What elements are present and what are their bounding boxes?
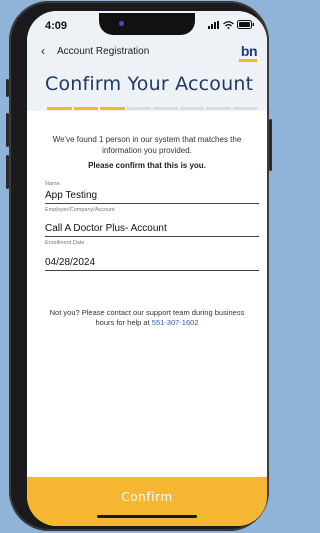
status-icons bbox=[208, 20, 255, 29]
camera-dot bbox=[119, 21, 124, 26]
employer-label: Employer/Company/Account bbox=[45, 207, 115, 213]
progress-segment bbox=[232, 107, 257, 110]
signal-icon bbox=[208, 20, 219, 29]
wifi-icon bbox=[223, 20, 234, 29]
progress-segment bbox=[206, 107, 231, 110]
confirm-question: Please confirm that this is you. bbox=[88, 161, 206, 170]
logo-underline bbox=[239, 59, 257, 62]
progress-segment bbox=[73, 107, 98, 110]
name-label: Name bbox=[45, 181, 60, 187]
power-button bbox=[269, 119, 272, 171]
brand-logo: bn bbox=[240, 43, 258, 59]
support-message: Not you? Please contact our support team… bbox=[47, 308, 247, 328]
support-text: Not you? Please contact our support team… bbox=[49, 308, 245, 327]
volume-up-button bbox=[6, 113, 9, 147]
name-field: App Testing bbox=[45, 190, 259, 204]
volume-down-button bbox=[6, 155, 9, 189]
match-message: We've found 1 person in our system that … bbox=[52, 135, 242, 155]
employer-field: Call A Doctor Plus- Account bbox=[45, 223, 259, 237]
progress-segment bbox=[47, 107, 72, 110]
enrollment-date-field: 04/28/2024 bbox=[45, 257, 259, 271]
back-button-label[interactable]: Account Registration bbox=[57, 46, 149, 57]
back-chevron-icon[interactable]: ‹ bbox=[41, 45, 45, 57]
status-time: 4:09 bbox=[45, 20, 68, 32]
confirm-button[interactable]: Confirm bbox=[27, 488, 267, 506]
page-title: Confirm Your Account bbox=[45, 73, 254, 95]
notch bbox=[99, 13, 195, 35]
battery-icon bbox=[237, 20, 254, 29]
footer: Confirm bbox=[27, 477, 267, 526]
home-indicator bbox=[97, 515, 197, 518]
progress-bar bbox=[47, 107, 257, 110]
enrollment-date-label: Enrollment Date bbox=[45, 240, 85, 246]
progress-segment bbox=[126, 107, 151, 110]
progress-segment bbox=[153, 107, 178, 110]
app-screen: 4:09 ‹ Account Registration bn Confirm Y… bbox=[27, 11, 267, 526]
mute-switch bbox=[6, 79, 9, 97]
nav-bar: ‹ Account Registration bn bbox=[27, 43, 267, 62]
support-phone-link[interactable]: 551-307-1602 bbox=[152, 318, 199, 327]
phone-frame: 4:09 ‹ Account Registration bn Confirm Y… bbox=[6, 1, 272, 531]
progress-segment bbox=[100, 107, 125, 110]
status-bar: 4:09 bbox=[27, 11, 267, 41]
header: 4:09 ‹ Account Registration bn Confirm Y… bbox=[27, 11, 267, 111]
progress-segment bbox=[179, 107, 204, 110]
